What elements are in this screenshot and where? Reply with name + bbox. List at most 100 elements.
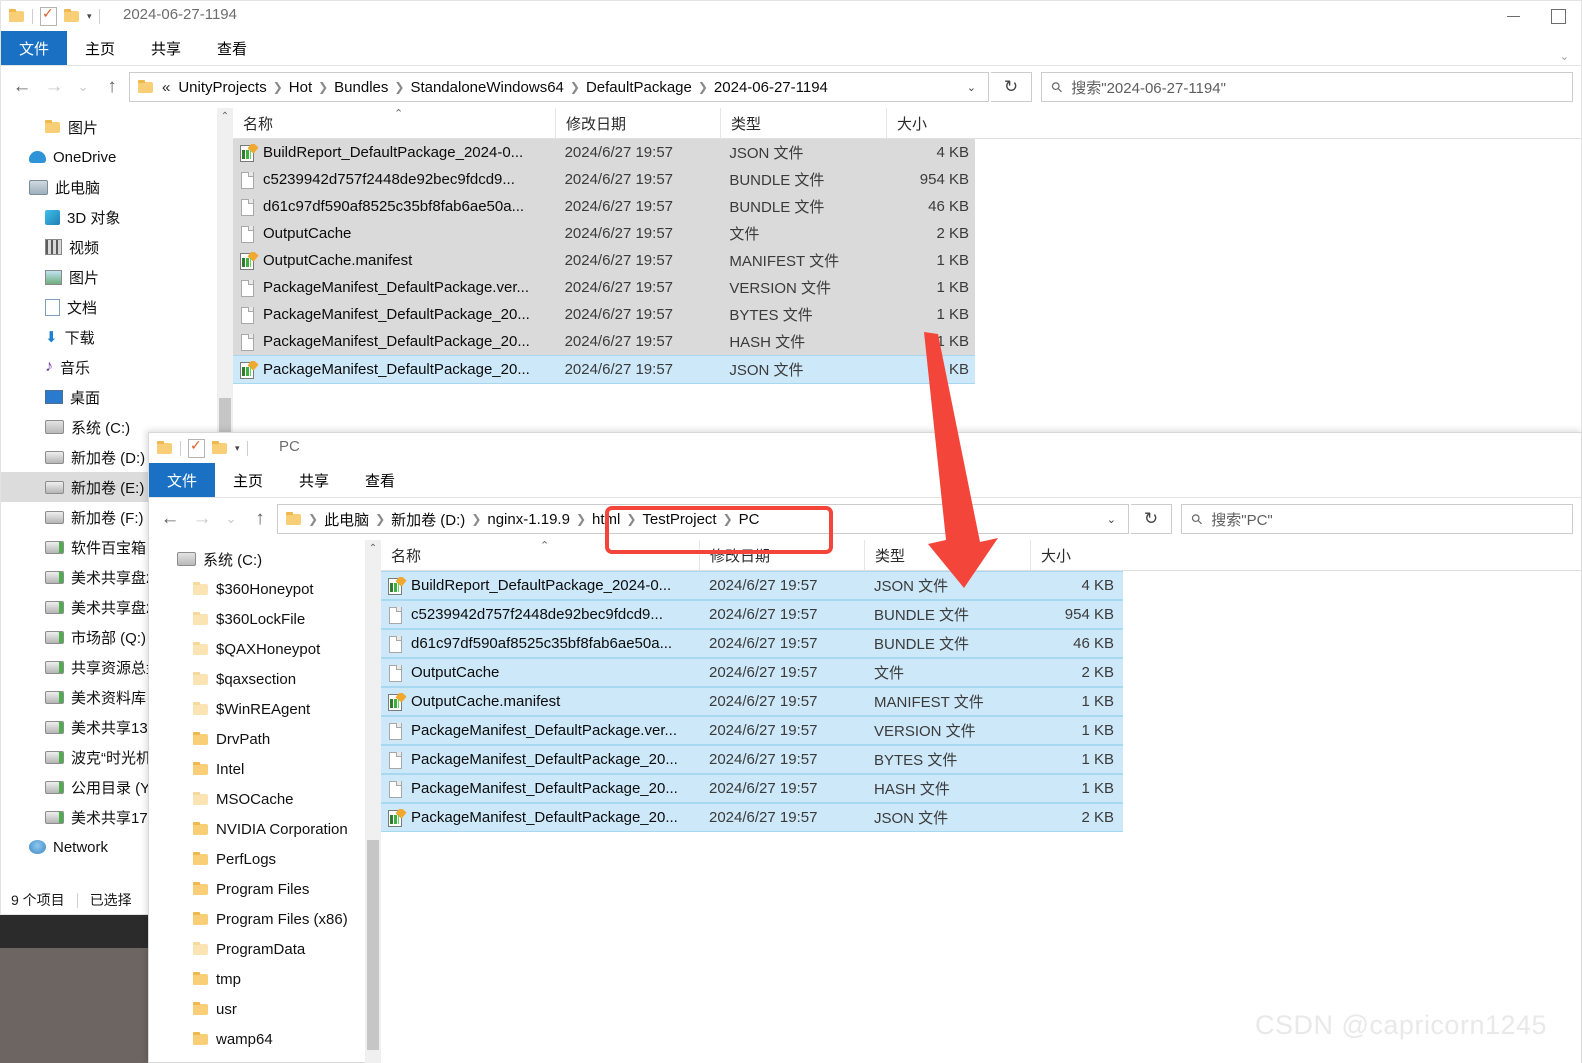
nav-scrollbar[interactable]: ⌃ xyxy=(365,540,381,1063)
sidebar-item-msocache[interactable]: MSOCache xyxy=(149,784,381,814)
tab-file[interactable]: 文件 xyxy=(1,31,67,65)
file-list-pane[interactable]: 名称⌃ 修改日期 类型 大小 BuildReport_DefaultPackag… xyxy=(381,540,1581,1063)
ribbon-tabs[interactable]: 文件 主页 共享 查看 ⌄ xyxy=(1,31,1581,66)
tab-view[interactable]: 查看 xyxy=(347,463,413,497)
tab-share[interactable]: 共享 xyxy=(281,463,347,497)
file-name-cell[interactable]: c5239942d757f2448de92bec9fdcd9... xyxy=(233,171,555,189)
properties-checkbox-icon[interactable] xyxy=(40,7,57,26)
table-row[interactable]: PackageManifest_DefaultPackage.ver...202… xyxy=(233,274,975,301)
sidebar-item-360lockfile[interactable]: $360LockFile xyxy=(149,604,381,634)
sidebar-item-drvpath[interactable]: DrvPath xyxy=(149,724,381,754)
table-row[interactable]: PackageManifest_DefaultPackage.ver...202… xyxy=(381,716,1123,745)
column-header-date[interactable]: 修改日期 xyxy=(555,108,720,138)
column-header-name[interactable]: 名称⌃ xyxy=(233,108,555,138)
expand-ribbon-icon[interactable]: ⌄ xyxy=(1560,50,1569,63)
chevron-down-icon[interactable]: ▾ xyxy=(87,12,92,21)
file-rows[interactable]: BuildReport_DefaultPackage_2024-0...2024… xyxy=(381,571,1123,832)
sidebar-item-qaxhoneypot[interactable]: $QAXHoneypot xyxy=(149,634,381,664)
sidebar-item-usr[interactable]: usr xyxy=(149,994,381,1024)
new-folder-icon[interactable] xyxy=(64,9,80,23)
forward-button[interactable]: → xyxy=(39,72,69,102)
sidebar-item-this-pc[interactable]: 此电脑 xyxy=(1,172,233,202)
sidebar-item-program-files[interactable]: Program Files xyxy=(149,874,381,904)
recent-locations-icon[interactable]: ⌄ xyxy=(71,72,95,102)
tab-file[interactable]: 文件 xyxy=(149,463,215,497)
file-name-cell[interactable]: PackageManifest_DefaultPackage_20... xyxy=(233,361,555,379)
breadcrumb-item-unityprojects[interactable]: UnityProjects xyxy=(174,79,270,96)
breadcrumb-item-hot[interactable]: Hot xyxy=(285,79,316,96)
sidebar-item-documents[interactable]: 文档 xyxy=(1,292,233,322)
breadcrumb-item-html[interactable]: html xyxy=(588,511,624,528)
recent-locations-icon[interactable]: ⌄ xyxy=(219,504,243,534)
table-row[interactable]: d61c97df590af8525c35bf8fab6ae50a...2024/… xyxy=(233,193,975,220)
tab-view[interactable]: 查看 xyxy=(199,31,265,65)
column-header-name[interactable]: 名称⌃ xyxy=(381,540,699,570)
explorer-window-target[interactable]: ▾ PC 文件 主页 共享 查看 ← → ⌄ ↑ ❯ 此电脑 ❯ 新加卷 (D:… xyxy=(148,432,1582,1063)
sidebar-item-videos[interactable]: 视频 xyxy=(1,232,233,262)
new-folder-icon[interactable] xyxy=(212,441,228,455)
table-row[interactable]: BuildReport_DefaultPackage_2024-0...2024… xyxy=(233,139,975,166)
folder-icon[interactable] xyxy=(157,441,173,455)
column-header-date[interactable]: 修改日期 xyxy=(699,540,864,570)
file-name-cell[interactable]: OutputCache.manifest xyxy=(381,693,699,711)
navigation-pane[interactable]: 系统 (C:) $360Honeypot $360LockFile $QAXHo… xyxy=(149,540,381,1063)
file-name-cell[interactable]: PackageManifest_DefaultPackage.ver... xyxy=(233,279,555,297)
search-input[interactable]: ⚲ 搜索"PC" xyxy=(1181,504,1573,534)
sidebar-item-pictures-qa[interactable]: 图片 xyxy=(1,112,233,142)
breadcrumb-item-this-pc[interactable]: 此电脑 xyxy=(320,509,373,530)
breadcrumb-item-drive-d[interactable]: 新加卷 (D:) xyxy=(387,509,469,530)
back-button[interactable]: ← xyxy=(155,504,185,534)
breadcrumb-item-bundles[interactable]: Bundles xyxy=(330,79,392,96)
file-name-cell[interactable]: OutputCache xyxy=(233,225,555,243)
file-rows[interactable]: BuildReport_DefaultPackage_2024-0...2024… xyxy=(233,139,975,384)
file-name-cell[interactable]: OutputCache xyxy=(381,664,699,682)
breadcrumb-list[interactable]: ❯ 此电脑 ❯ 新加卷 (D:) ❯ nginx-1.19.9 ❯ html ❯… xyxy=(306,509,1099,530)
table-row[interactable]: OutputCache.manifest2024/6/27 19:57MANIF… xyxy=(233,247,975,274)
file-name-cell[interactable]: PackageManifest_DefaultPackage_20... xyxy=(381,751,699,769)
file-name-cell[interactable]: PackageManifest_DefaultPackage.ver... xyxy=(381,722,699,740)
sidebar-item-intel[interactable]: Intel xyxy=(149,754,381,784)
quick-access-toolbar[interactable]: ▾ xyxy=(157,437,248,459)
breadcrumb-item-nginx[interactable]: nginx-1.19.9 xyxy=(483,511,574,528)
column-headers[interactable]: 名称⌃ 修改日期 类型 大小 xyxy=(233,108,1581,139)
breadcrumb-dropdown-icon[interactable]: ⌄ xyxy=(1099,513,1124,526)
column-header-size[interactable]: 大小 xyxy=(1030,540,1120,570)
forward-button[interactable]: → xyxy=(187,504,217,534)
file-name-cell[interactable]: BuildReport_DefaultPackage_2024-0... xyxy=(233,144,555,162)
file-name-cell[interactable]: PackageManifest_DefaultPackage_20... xyxy=(233,333,555,351)
sidebar-item-pictures[interactable]: 图片 xyxy=(1,262,233,292)
breadcrumb-item-pc[interactable]: PC xyxy=(735,511,764,528)
file-name-cell[interactable]: PackageManifest_DefaultPackage_20... xyxy=(233,306,555,324)
tab-share[interactable]: 共享 xyxy=(133,31,199,65)
table-row[interactable]: OutputCache.manifest2024/6/27 19:57MANIF… xyxy=(381,687,1123,716)
back-button[interactable]: ← xyxy=(7,72,37,102)
tab-home[interactable]: 主页 xyxy=(67,31,133,65)
sidebar-item-wamp64[interactable]: wamp64 xyxy=(149,1024,381,1054)
properties-checkbox-icon[interactable] xyxy=(188,439,205,458)
breadcrumb-item-defaultpackage[interactable]: DefaultPackage xyxy=(582,79,696,96)
table-row[interactable]: PackageManifest_DefaultPackage_20...2024… xyxy=(233,301,975,328)
breadcrumb-item-standalonewindows64[interactable]: StandaloneWindows64 xyxy=(406,79,567,96)
chevron-down-icon[interactable]: ▾ xyxy=(235,444,240,453)
scroll-thumb[interactable] xyxy=(367,840,379,1050)
navigation-list[interactable]: 系统 (C:) $360Honeypot $360LockFile $QAXHo… xyxy=(149,540,381,1054)
table-row[interactable]: c5239942d757f2448de92bec9fdcd9...2024/6/… xyxy=(233,166,975,193)
table-row[interactable]: PackageManifest_DefaultPackage_20...2024… xyxy=(233,355,975,384)
table-row[interactable]: PackageManifest_DefaultPackage_20...2024… xyxy=(381,774,1123,803)
minimize-button[interactable] xyxy=(1491,1,1536,31)
table-row[interactable]: d61c97df590af8525c35bf8fab6ae50a...2024/… xyxy=(381,629,1123,658)
table-row[interactable]: PackageManifest_DefaultPackage_20...2024… xyxy=(233,328,975,355)
file-name-cell[interactable]: d61c97df590af8525c35bf8fab6ae50a... xyxy=(233,198,555,216)
file-name-cell[interactable]: PackageManifest_DefaultPackage_20... xyxy=(381,809,699,827)
sidebar-item-360honeypot[interactable]: $360Honeypot xyxy=(149,574,381,604)
sidebar-item-3d-objects[interactable]: 3D 对象 xyxy=(1,202,233,232)
tab-home[interactable]: 主页 xyxy=(215,463,281,497)
file-name-cell[interactable]: BuildReport_DefaultPackage_2024-0... xyxy=(381,577,699,595)
sidebar-item-downloads[interactable]: ⬇下载 xyxy=(1,322,233,352)
maximize-button[interactable] xyxy=(1536,1,1581,31)
ribbon-tabs[interactable]: 文件 主页 共享 查看 xyxy=(149,463,1581,498)
sidebar-item-nvidia[interactable]: NVIDIA Corporation xyxy=(149,814,381,844)
column-header-type[interactable]: 类型 xyxy=(720,108,886,138)
table-row[interactable]: BuildReport_DefaultPackage_2024-0...2024… xyxy=(381,571,1123,600)
sidebar-item-programdata[interactable]: ProgramData xyxy=(149,934,381,964)
